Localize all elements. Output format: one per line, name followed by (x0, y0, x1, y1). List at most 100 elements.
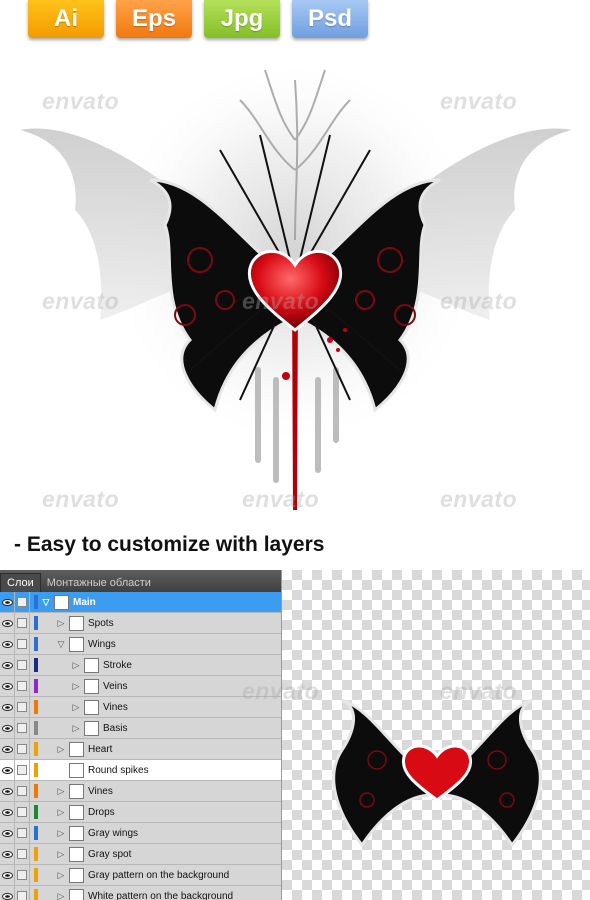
chevron-right-icon[interactable]: ▷ (56, 891, 66, 900)
layer-row[interactable]: ▷ Vines (0, 781, 281, 802)
format-badges: Ai Eps Jpg Psd (28, 0, 368, 38)
lock-toggle[interactable] (15, 592, 30, 612)
lock-toggle[interactable] (15, 697, 30, 717)
layer-color-indicator (34, 637, 38, 651)
layer-name: Gray spot (88, 848, 132, 860)
layer-row[interactable]: Round spikes (0, 760, 281, 781)
lock-toggle[interactable] (15, 634, 30, 654)
layer-name: Drops (88, 806, 115, 818)
layer-thumbnail (69, 762, 84, 778)
layers-panel: Слои Монтажные области ▽ Main ▷ Spots ▽ Wings… (0, 570, 282, 900)
chevron-down-icon[interactable]: ▽ (56, 639, 66, 650)
eps-format-badge: Eps (116, 0, 192, 38)
winged-heart-illustration (20, 69, 572, 510)
layer-row[interactable]: ▷ Heart (0, 739, 281, 760)
tab-artboards[interactable]: Монтажные области (41, 574, 157, 592)
chevron-down-icon[interactable]: ▽ (41, 597, 51, 608)
visibility-eye-icon[interactable] (0, 592, 15, 612)
chevron-right-icon[interactable]: ▷ (56, 618, 66, 629)
chevron-right-icon[interactable]: ▷ (71, 702, 81, 713)
visibility-eye-icon[interactable] (0, 676, 15, 696)
chevron-right-icon[interactable]: ▷ (71, 723, 81, 734)
lock-toggle[interactable] (15, 655, 30, 675)
layer-thumbnail (69, 783, 84, 799)
tab-layers[interactable]: Слои (0, 573, 41, 592)
visibility-eye-icon[interactable] (0, 844, 15, 864)
layer-color-indicator (34, 721, 38, 735)
lock-toggle[interactable] (15, 613, 30, 633)
chevron-right-icon[interactable]: ▷ (71, 681, 81, 692)
layer-row[interactable]: ▷ Gray spot (0, 844, 281, 865)
chevron-right-icon[interactable]: ▷ (56, 849, 66, 860)
layer-row[interactable]: ▷ Basis (0, 718, 281, 739)
layer-row[interactable]: ▷ Vines (0, 697, 281, 718)
layer-name: Wings (88, 638, 116, 650)
layer-thumbnail (54, 594, 69, 610)
layer-row[interactable]: ▷ Stroke (0, 655, 281, 676)
layer-color-indicator (34, 742, 38, 756)
layer-name: Heart (88, 743, 113, 755)
layer-thumbnail (84, 657, 99, 673)
layer-thumbnail (69, 846, 84, 862)
layer-row[interactable]: ▷ Drops (0, 802, 281, 823)
visibility-eye-icon[interactable] (0, 781, 15, 801)
layer-thumbnail (69, 804, 84, 820)
lock-toggle[interactable] (15, 676, 30, 696)
layer-row[interactable]: ▷ Spots (0, 613, 281, 634)
visibility-eye-icon[interactable] (0, 655, 15, 675)
lock-toggle[interactable] (15, 718, 30, 738)
layer-color-indicator (34, 826, 38, 840)
layer-thumbnail (84, 678, 99, 694)
layer-name: Stroke (103, 659, 132, 671)
layer-row[interactable]: ▽ Wings (0, 634, 281, 655)
visibility-eye-icon[interactable] (0, 739, 15, 759)
visibility-eye-icon[interactable] (0, 613, 15, 633)
visibility-eye-icon[interactable] (0, 865, 15, 885)
visibility-eye-icon[interactable] (0, 697, 15, 717)
lock-toggle[interactable] (15, 823, 30, 843)
visibility-eye-icon[interactable] (0, 802, 15, 822)
layer-color-indicator (34, 784, 38, 798)
chevron-right-icon[interactable]: ▷ (56, 807, 66, 818)
layer-name: Main (73, 596, 96, 608)
headline: - Easy to customize with layers (14, 533, 325, 556)
visibility-eye-icon[interactable] (0, 634, 15, 654)
layer-name: Vines (103, 701, 128, 713)
layer-thumbnail (69, 888, 84, 900)
psd-format-badge: Psd (292, 0, 368, 38)
lock-toggle[interactable] (15, 886, 30, 900)
layer-row[interactable]: ▷ White pattern on the background (0, 886, 281, 900)
layer-row[interactable]: ▷ Gray wings (0, 823, 281, 844)
lock-toggle[interactable] (15, 739, 30, 759)
layer-row[interactable]: ▷ Gray pattern on the background (0, 865, 281, 886)
layer-thumbnail (69, 636, 84, 652)
layer-list: ▽ Main ▷ Spots ▽ Wings ▷ Stroke ▷ Veins ▷ Vines ▷ Bas… (0, 592, 281, 900)
visibility-eye-icon[interactable] (0, 886, 15, 900)
lock-toggle[interactable] (15, 760, 30, 780)
winged-heart-preview (332, 698, 542, 848)
layer-row[interactable]: ▽ Main (0, 592, 281, 613)
layer-color-indicator (34, 805, 38, 819)
layer-name: Vines (88, 785, 113, 797)
layer-color-indicator (34, 889, 38, 900)
chevron-right-icon[interactable]: ▷ (56, 870, 66, 881)
lock-toggle[interactable] (15, 781, 30, 801)
visibility-eye-icon[interactable] (0, 718, 15, 738)
ai-format-badge: Ai (28, 0, 104, 38)
chevron-right-icon[interactable]: ▷ (56, 786, 66, 797)
layer-name: Spots (88, 617, 114, 629)
lock-toggle[interactable] (15, 844, 30, 864)
layer-color-indicator (34, 700, 38, 714)
lock-toggle[interactable] (15, 865, 30, 885)
layer-row[interactable]: ▷ Veins (0, 676, 281, 697)
lock-toggle[interactable] (15, 802, 30, 822)
visibility-eye-icon[interactable] (0, 760, 15, 780)
layer-color-indicator (34, 616, 38, 630)
layer-color-indicator (34, 763, 38, 777)
layer-thumbnail (84, 720, 99, 736)
chevron-right-icon[interactable]: ▷ (71, 660, 81, 671)
visibility-eye-icon[interactable] (0, 823, 15, 843)
chevron-right-icon[interactable]: ▷ (56, 744, 66, 755)
chevron-right-icon[interactable]: ▷ (56, 828, 66, 839)
layer-thumbnail (69, 825, 84, 841)
